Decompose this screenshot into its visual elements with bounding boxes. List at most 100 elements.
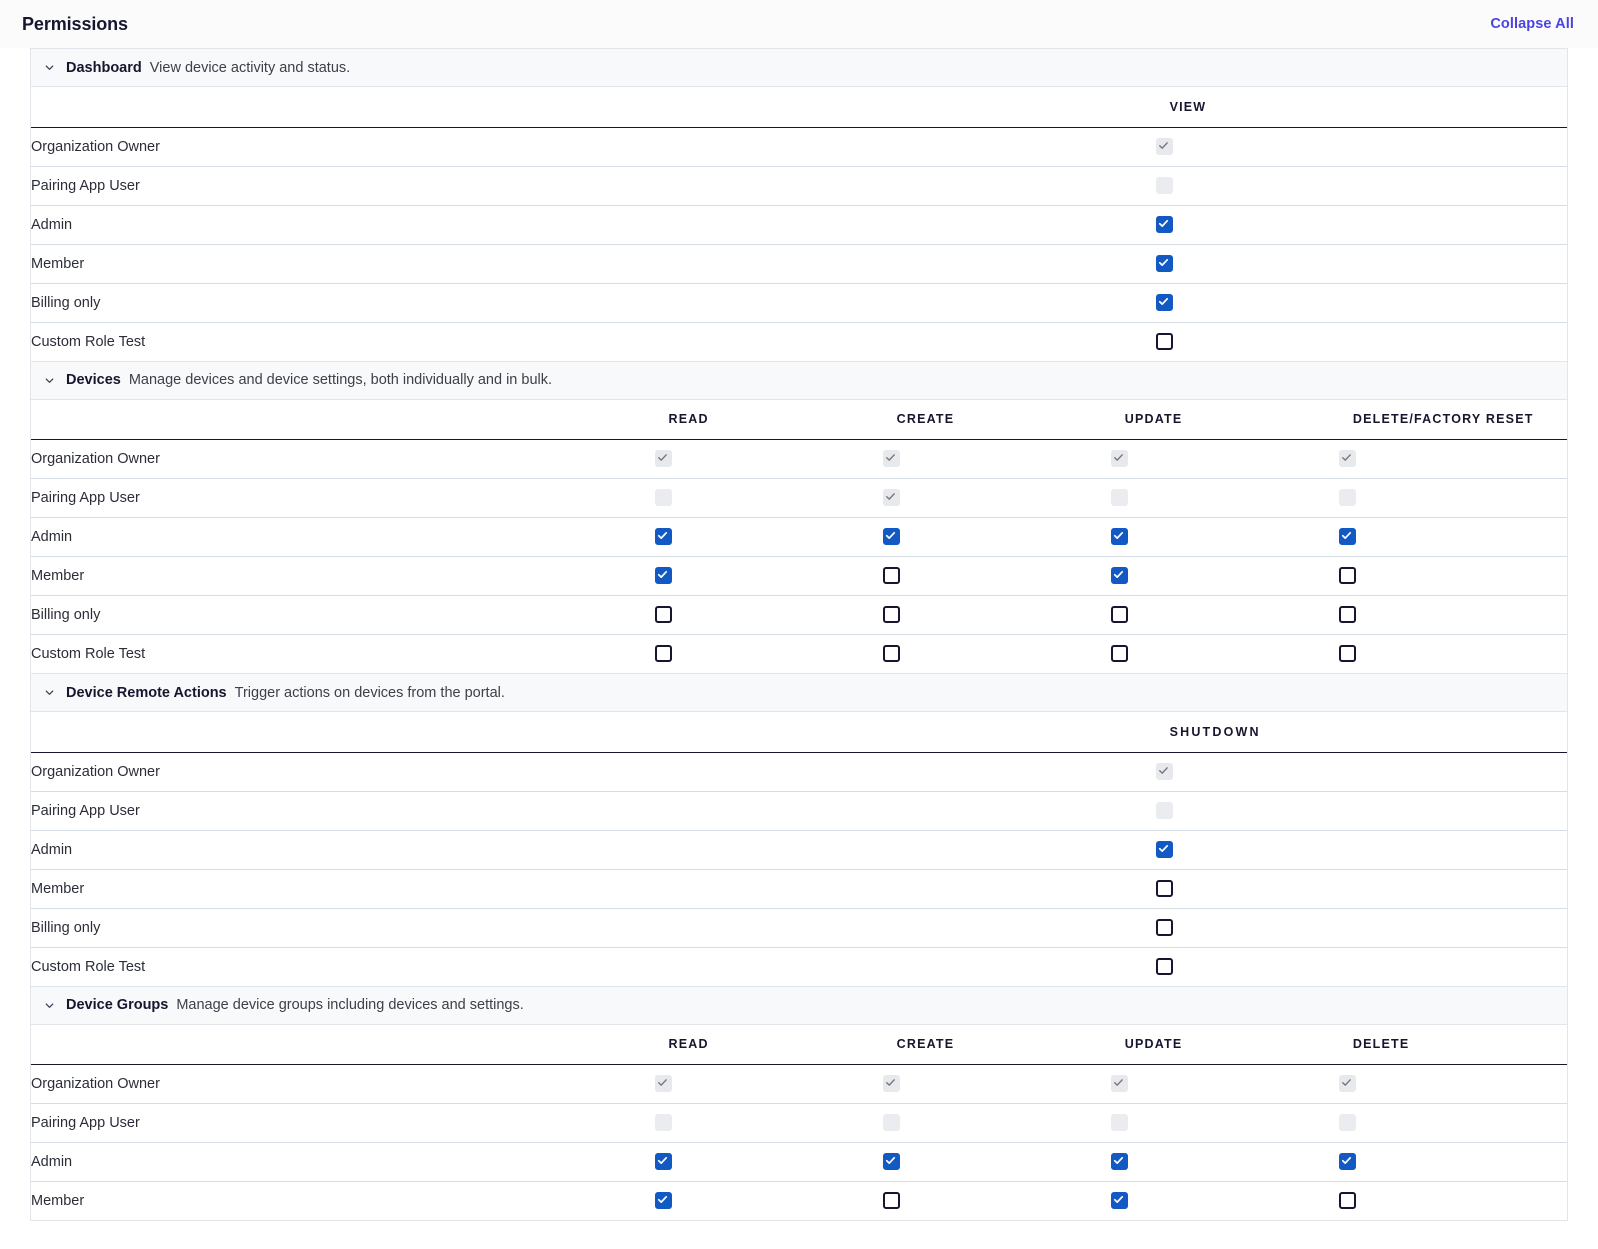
permission-checkbox[interactable] <box>1155 957 1173 975</box>
permission-checkbox[interactable] <box>1338 606 1356 624</box>
permission-checkbox[interactable] <box>1110 528 1128 546</box>
permission-checkbox <box>882 1114 900 1132</box>
permission-checkbox[interactable] <box>1110 567 1128 585</box>
section-header-devices[interactable]: Devices Manage devices and device setting… <box>31 361 1567 400</box>
permission-cell[interactable] <box>1110 1181 1339 1221</box>
permission-checkbox <box>1338 1114 1356 1132</box>
section-description: Manage device groups including devices a… <box>176 997 524 1013</box>
chevron-down-icon[interactable] <box>42 373 57 388</box>
permission-checkbox[interactable] <box>882 567 900 585</box>
check-icon <box>656 1076 671 1091</box>
permission-checkbox[interactable] <box>1110 645 1128 663</box>
permission-cell[interactable] <box>654 634 883 674</box>
permission-cell[interactable] <box>1338 595 1567 635</box>
permission-cell[interactable] <box>1155 205 1567 245</box>
column-header: DELETE/FACTORY RESET <box>1338 399 1567 440</box>
permission-cell[interactable] <box>654 1142 883 1182</box>
permission-cell <box>1338 439 1567 479</box>
permission-checkbox[interactable] <box>1338 1153 1356 1171</box>
permission-checkbox[interactable] <box>654 606 672 624</box>
permission-cell[interactable] <box>1110 1142 1339 1182</box>
permission-section: Device Remote Actions Trigger actions on … <box>31 674 1567 987</box>
permission-checkbox[interactable] <box>1155 215 1173 233</box>
permission-cell[interactable] <box>1155 908 1567 948</box>
permission-cell[interactable] <box>654 556 883 596</box>
permission-cell[interactable] <box>1155 244 1567 284</box>
permission-checkbox[interactable] <box>1338 528 1356 546</box>
table-row: Member <box>31 1181 1567 1221</box>
permission-checkbox[interactable] <box>1155 332 1173 350</box>
permission-checkbox[interactable] <box>1155 918 1173 936</box>
section-title: Dashboard <box>66 59 142 76</box>
table-row: Admin <box>31 517 1567 557</box>
table-row: Organization Owner <box>31 752 1567 792</box>
permission-cell[interactable] <box>1155 322 1567 362</box>
permission-checkbox[interactable] <box>654 1153 672 1171</box>
permission-cell[interactable] <box>882 634 1111 674</box>
permission-checkbox <box>882 450 900 468</box>
permission-cell[interactable] <box>882 1181 1111 1221</box>
permission-checkbox[interactable] <box>654 645 672 663</box>
permission-cell[interactable] <box>1155 830 1567 870</box>
permission-checkbox[interactable] <box>1155 254 1173 272</box>
permission-cell[interactable] <box>1155 869 1567 909</box>
permission-cell[interactable] <box>654 517 883 557</box>
permission-cell[interactable] <box>882 556 1111 596</box>
chevron-down-icon[interactable] <box>42 685 57 700</box>
section-header-device-groups[interactable]: Device Groups Manage device groups includ… <box>31 986 1567 1025</box>
permission-cell[interactable] <box>1338 517 1567 557</box>
permission-cell[interactable] <box>1338 1181 1567 1221</box>
permission-cell[interactable] <box>882 517 1111 557</box>
table-row: Custom Role Test <box>31 322 1567 362</box>
permission-checkbox[interactable] <box>1155 293 1173 311</box>
permission-cell[interactable] <box>1110 517 1339 557</box>
permission-cell[interactable] <box>1110 556 1339 596</box>
permission-checkbox[interactable] <box>882 1153 900 1171</box>
permission-cell[interactable] <box>1110 634 1339 674</box>
permission-cell <box>654 478 883 518</box>
role-label: Member <box>31 244 1156 284</box>
permission-cell[interactable] <box>882 595 1111 635</box>
role-label: Pairing App User <box>31 166 1156 206</box>
permission-cell[interactable] <box>1155 947 1567 987</box>
permission-checkbox[interactable] <box>1110 606 1128 624</box>
permission-cell[interactable] <box>654 595 883 635</box>
permission-checkbox <box>654 1075 672 1093</box>
permission-cell[interactable] <box>1338 634 1567 674</box>
table-header-row: VIEW <box>31 87 1567 128</box>
chevron-down-icon[interactable] <box>42 60 57 75</box>
permission-checkbox[interactable] <box>882 645 900 663</box>
permission-cell[interactable] <box>882 1142 1111 1182</box>
permission-checkbox[interactable] <box>654 567 672 585</box>
permission-table: READ CREATE UPDATE DELETE/FACTORY RESET Orga… <box>31 399 1567 674</box>
permission-table: VIEW Organization Owner Pairing App User Ad… <box>31 87 1567 362</box>
permission-cell[interactable] <box>1338 556 1567 596</box>
permission-cell[interactable] <box>1110 595 1339 635</box>
role-label: Custom Role Test <box>31 322 1156 362</box>
permission-checkbox[interactable] <box>654 1192 672 1210</box>
permission-checkbox[interactable] <box>1110 1153 1128 1171</box>
permission-checkbox[interactable] <box>1338 567 1356 585</box>
section-header-dashboard[interactable]: Dashboard View device activity and status… <box>31 49 1567 87</box>
permission-checkbox[interactable] <box>882 528 900 546</box>
table-row: Pairing App User <box>31 791 1567 831</box>
section-header-device-remote-actions[interactable]: Device Remote Actions Trigger actions on … <box>31 674 1567 712</box>
permission-checkbox[interactable] <box>882 606 900 624</box>
permission-checkbox[interactable] <box>1110 1192 1128 1210</box>
role-label: Admin <box>31 830 1156 870</box>
check-icon <box>656 1193 671 1208</box>
permission-checkbox[interactable] <box>1338 645 1356 663</box>
permission-checkbox[interactable] <box>1155 840 1173 858</box>
permission-checkbox[interactable] <box>1338 1192 1356 1210</box>
chevron-down-icon[interactable] <box>42 998 57 1013</box>
permission-cell[interactable] <box>1155 283 1567 323</box>
permission-checkbox[interactable] <box>882 1192 900 1210</box>
permission-checkbox[interactable] <box>1155 879 1173 897</box>
collapse-all-link[interactable]: Collapse All <box>1490 16 1576 32</box>
permission-checkbox[interactable] <box>654 528 672 546</box>
permission-cell[interactable] <box>654 1181 883 1221</box>
permission-cell[interactable] <box>1338 1142 1567 1182</box>
role-label: Pairing App User <box>31 791 1156 831</box>
table-row: Billing only <box>31 595 1567 635</box>
check-icon <box>1340 529 1355 544</box>
